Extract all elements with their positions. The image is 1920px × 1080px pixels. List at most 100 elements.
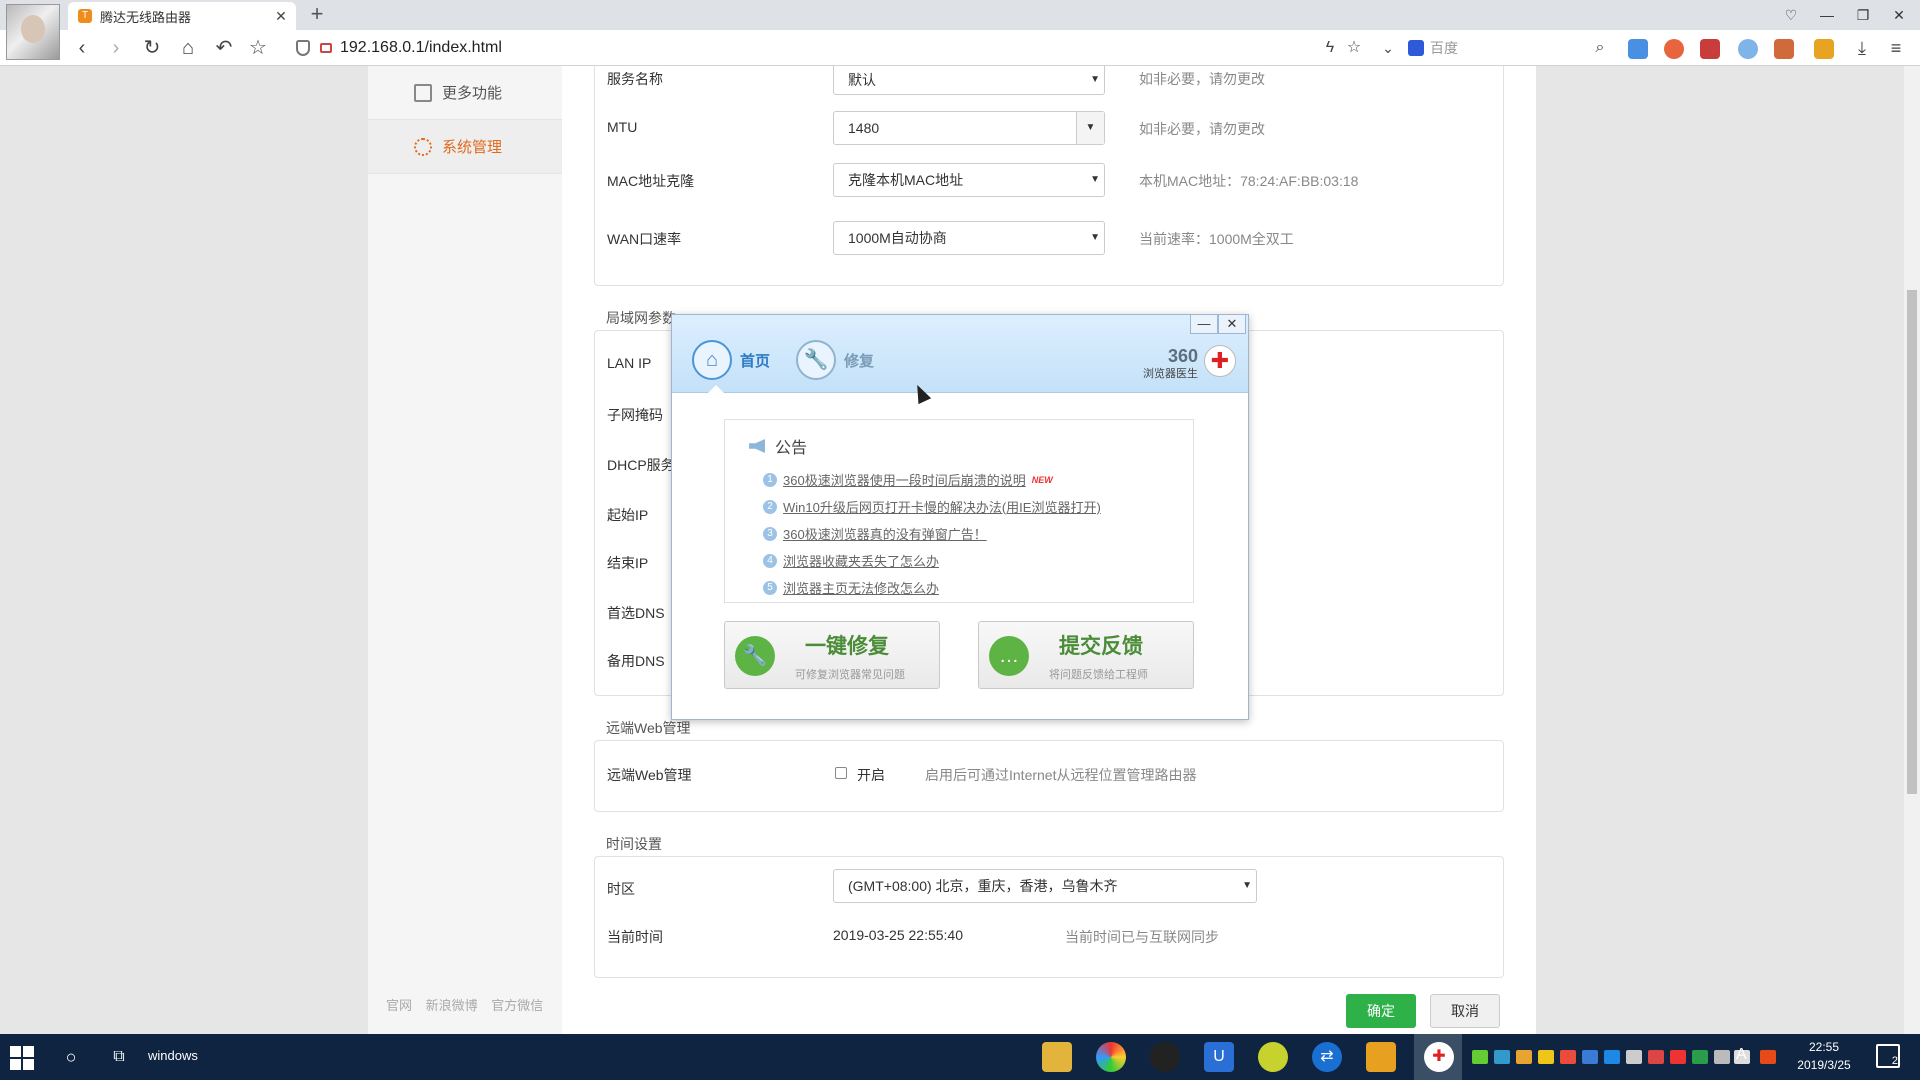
notice-link[interactable]: 360极速浏览器使用一段时间后崩溃的说明 (783, 470, 1026, 489)
list-item[interactable]: 1 360极速浏览器使用一段时间后崩溃的说明 NEW (763, 466, 1101, 493)
notice-link[interactable]: 浏览器收藏夹丢失了怎么办 (783, 551, 939, 570)
chevron-down-icon[interactable]: ⌄ (1374, 34, 1402, 62)
search-input[interactable]: 百度 (1408, 34, 1608, 62)
extension-icon[interactable] (1664, 39, 1684, 59)
windows-start-icon[interactable] (10, 1046, 34, 1070)
color-wheel-app-icon[interactable] (1096, 1042, 1126, 1072)
tray-app-icon[interactable] (1626, 1050, 1642, 1064)
scrollbar-thumb[interactable] (1907, 290, 1917, 794)
notice-link[interactable]: 浏览器主页无法修改怎么办 (783, 578, 939, 597)
list-item[interactable]: 5 浏览器主页无法修改怎么办 (763, 574, 1101, 601)
shield-icon[interactable] (1538, 1050, 1554, 1064)
tab-repair[interactable]: 🔧 修复 (796, 339, 874, 381)
new-tab-button[interactable]: + (304, 2, 330, 28)
action-center-icon[interactable]: 2 (1876, 1044, 1900, 1068)
favorite-star-icon[interactable]: ☆ (244, 34, 272, 62)
u-app-icon[interactable]: U (1204, 1042, 1234, 1072)
browser-tab[interactable]: T 腾达无线路由器 ✕ (68, 2, 296, 30)
submit-feedback-button[interactable]: … 提交反馈 将问题反馈给工程师 (978, 621, 1194, 689)
secondary-dns-label: 备用DNS (607, 653, 665, 669)
tray-app-icon[interactable] (1648, 1050, 1664, 1064)
tab-repair-label: 修复 (844, 352, 875, 370)
notice-link[interactable]: Win10升级后网页打开卡慢的解决办法(用IE浏览器打开) (783, 497, 1101, 516)
system-clock[interactable]: 22:55 2019/3/25 (1778, 1038, 1870, 1074)
input-method-indicator[interactable]: A (1736, 1046, 1747, 1064)
cortana-icon[interactable]: ○ (56, 1042, 86, 1072)
footer-link-wechat[interactable]: 官方微信 (491, 998, 543, 1013)
minimize-window-button[interactable]: — (1812, 2, 1842, 28)
remote-web-hint: 启用后可通过Internet从远程位置管理路由器 (925, 767, 1197, 783)
remote-desktop-icon[interactable] (1366, 1042, 1396, 1072)
media-player-icon[interactable] (1258, 1042, 1288, 1072)
download-icon[interactable]: ⤓ (1848, 34, 1876, 62)
address-bar[interactable]: 192.168.0.1/index.html (296, 34, 1316, 62)
tray-app-icon[interactable] (1560, 1050, 1576, 1064)
browser-doctor-app-icon[interactable]: ✚ (1424, 1042, 1454, 1072)
mtu-combobox[interactable]: 1480 ▼ (833, 111, 1105, 145)
forward-icon[interactable]: › (102, 34, 130, 62)
close-tab-icon[interactable]: ✕ (272, 7, 290, 25)
page-scrollbar[interactable] (1904, 66, 1920, 1034)
bluetooth-icon[interactable] (1604, 1050, 1620, 1064)
apps-grid-icon[interactable] (1628, 39, 1648, 59)
current-time-label: 当前时间 (607, 929, 663, 945)
sidebar-item-more-features[interactable]: 更多功能 (368, 66, 562, 120)
file-explorer-icon[interactable] (1042, 1042, 1072, 1072)
service-name-value: 默认 (848, 72, 876, 88)
task-view-icon[interactable]: ⧉ (104, 1042, 134, 1072)
tray-app-icon[interactable] (1582, 1050, 1598, 1064)
sogou-ime-icon[interactable] (1760, 1050, 1776, 1064)
service-name-select[interactable]: 默认 ▼ (833, 66, 1105, 95)
bookmark-star-icon[interactable]: ☆ (1340, 34, 1368, 62)
reload-icon[interactable]: ↻ (138, 34, 166, 62)
wan-speed-select[interactable]: 1000M自动协商 ▼ (833, 221, 1105, 255)
teamviewer-icon[interactable]: ⇄ (1312, 1042, 1342, 1072)
restore-window-button[interactable]: ❐ (1848, 2, 1878, 28)
item-number: 3 (763, 526, 777, 541)
select-arrow-icon[interactable]: ▼ (1076, 112, 1104, 144)
tray-app-icon[interactable] (1516, 1050, 1532, 1064)
timezone-label: 时区 (607, 881, 635, 897)
wan-settings-card: 服务名称 默认 ▼ 如非必要，请勿更改 MTU 1480 ▼ 如非必要，请勿更改… (594, 66, 1504, 286)
extension-icon[interactable] (1700, 39, 1720, 59)
dialog-close-button[interactable]: ✕ (1218, 314, 1246, 334)
taskbar-search-text[interactable]: windows (148, 1048, 198, 1063)
notice-link[interactable]: 360极速浏览器真的没有弹窗广告！ (783, 524, 987, 543)
sidebar-item-system-management[interactable]: 系统管理 (368, 120, 562, 174)
home-icon[interactable]: ⌂ (174, 34, 202, 62)
remote-enable-checkbox[interactable] (835, 767, 847, 779)
footer-link-official-site[interactable]: 官网 (386, 998, 412, 1013)
back-icon[interactable]: ‹ (68, 34, 96, 62)
skin-icon[interactable]: ♡ (1776, 2, 1806, 28)
tray-app-icon[interactable] (1670, 1050, 1686, 1064)
tray-app-icon[interactable] (1472, 1050, 1488, 1064)
list-item[interactable]: 2 Win10升级后网页打开卡慢的解决办法(用IE浏览器打开) (763, 493, 1101, 520)
search-icon[interactable]: ⌕ (1586, 34, 1614, 62)
mac-clone-select[interactable]: 克隆本机MAC地址 ▼ (833, 163, 1105, 197)
tray-app-icon[interactable] (1692, 1050, 1708, 1064)
remote-enable-label[interactable]: 开启 (857, 765, 885, 785)
close-window-button[interactable]: ✕ (1884, 2, 1914, 28)
footer-link-weibo[interactable]: 新浪微博 (426, 998, 478, 1013)
undo-close-icon[interactable]: ↶ (210, 34, 238, 62)
qq-penguin-icon[interactable] (1150, 1042, 1180, 1072)
list-item[interactable]: 3 360极速浏览器真的没有弹窗广告！ (763, 520, 1101, 547)
menu-icon[interactable]: ≡ (1882, 34, 1910, 62)
start-ip-label: 起始IP (607, 507, 649, 523)
one-click-repair-button[interactable]: 🔧 一键修复 可修复浏览器常见问题 (724, 621, 940, 689)
translate-icon[interactable] (1774, 39, 1794, 59)
time-settings-card: 时区 (GMT+08:00) 北京，重庆，香港，乌鲁木齐 ▼ 当前时间 2019… (594, 856, 1504, 978)
timezone-select[interactable]: (GMT+08:00) 北京，重庆，香港，乌鲁木齐 ▼ (833, 869, 1257, 903)
cancel-button[interactable]: 取消 (1430, 994, 1500, 1028)
dialog-minimize-button[interactable]: — (1190, 314, 1218, 334)
browser-tab-bar: T 腾达无线路由器 ✕ + ♡ — ❐ ✕ (0, 0, 1920, 60)
network-icon[interactable] (1714, 1050, 1730, 1064)
sidebar-item-label: 更多功能 (442, 85, 503, 102)
tray-app-icon[interactable] (1494, 1050, 1510, 1064)
extension-icon[interactable] (1738, 39, 1758, 59)
user-avatar[interactable] (6, 4, 60, 60)
extension-icon[interactable] (1814, 39, 1834, 59)
confirm-button[interactable]: 确定 (1346, 994, 1416, 1028)
list-item[interactable]: 4 浏览器收藏夹丢失了怎么办 (763, 547, 1101, 574)
tab-home[interactable]: ⌂ 首页 (692, 339, 770, 381)
